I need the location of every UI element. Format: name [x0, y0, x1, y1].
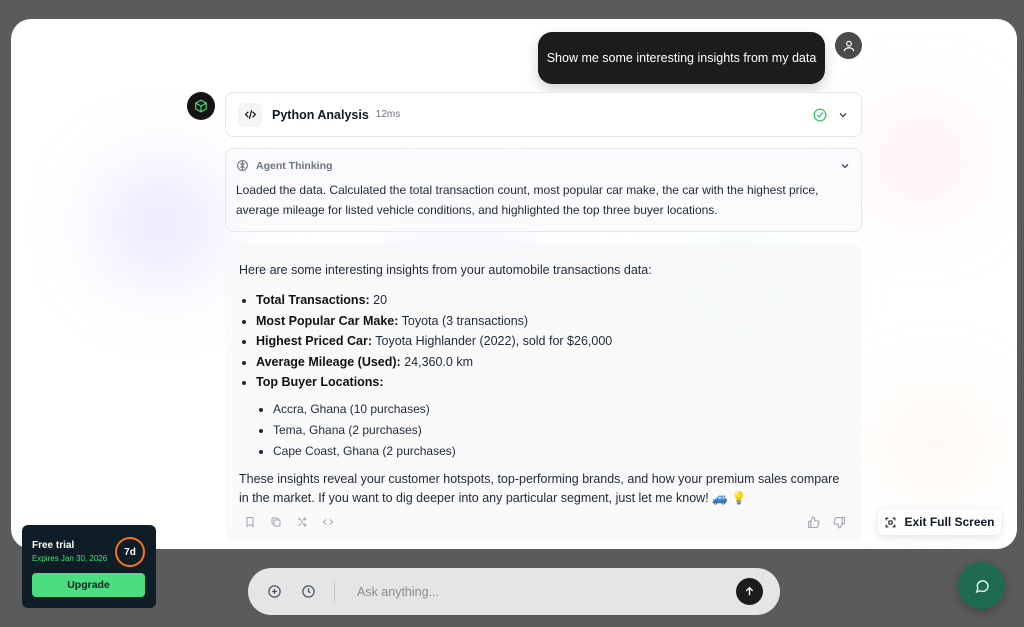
insight-label: Total Transactions: [256, 293, 370, 307]
code-icon[interactable] [321, 515, 335, 529]
user-message: Show me some interesting insights from m… [538, 32, 825, 84]
message-actions [243, 515, 335, 529]
tool-title: Python Analysis [272, 107, 369, 122]
feedback-actions [806, 515, 846, 529]
trial-days-left: 7d [124, 546, 136, 558]
chat-bubble-icon [975, 579, 989, 593]
thinking-text: Loaded the data. Calculated the total tr… [236, 183, 819, 217]
tool-call-card[interactable]: Python Analysis 12ms [225, 92, 862, 137]
code-icon [244, 110, 256, 119]
insight-label: Highest Priced Car: [256, 334, 373, 348]
code-badge [238, 102, 262, 127]
insight-value: Toyota Highlander (2022), sold for $26,0… [372, 334, 613, 348]
location-list: Accra, Ghana (10 purchases) Tema, Ghana … [273, 399, 848, 462]
chat-panel: Show me some interesting insights from m… [11, 19, 1017, 549]
composer-divider [334, 580, 335, 603]
send-button[interactable] [736, 578, 763, 605]
decor-blob [871, 109, 971, 209]
insight-value: 20 [369, 293, 388, 307]
thumbs-up-icon[interactable] [806, 515, 820, 529]
answer-intro: Here are some interesting insights from … [239, 263, 652, 277]
insight-list: Total Transactions: 20 Most Popular Car … [256, 290, 848, 462]
insight-value: Toyota (3 transactions) [398, 313, 529, 328]
chat-composer [248, 568, 780, 615]
user-message-text: Show me some interesting insights from m… [546, 51, 817, 65]
insight-label: Average Mileage (Used): [256, 354, 401, 369]
list-item: Tema, Ghana (2 purchases) [273, 420, 848, 441]
brain-icon [237, 160, 248, 171]
chevron-down-icon[interactable] [837, 109, 849, 121]
insight-label: Most Popular Car Make: [256, 313, 399, 328]
arrow-up-icon [745, 586, 754, 596]
list-item: Accra, Ghana (10 purchases) [273, 399, 848, 420]
check-circle-icon [813, 108, 827, 121]
insight-label: Top Buyer Locations: [256, 375, 384, 389]
chevron-down-icon[interactable] [839, 160, 851, 172]
cube-icon [195, 99, 207, 113]
share-icon[interactable] [295, 515, 309, 529]
agent-thinking-card[interactable]: Agent Thinking Loaded the data. Calculat… [225, 148, 862, 232]
list-item: Total Transactions: 20 [256, 290, 848, 311]
user-avatar [835, 32, 862, 59]
exit-fullscreen-label: Exit Full Screen [904, 515, 995, 529]
trial-days-badge: 7d [115, 537, 145, 567]
list-item: Highest Priced Car: Toyota Highlander (2… [256, 331, 848, 352]
tool-duration: 12ms [375, 109, 401, 120]
user-icon [843, 40, 854, 51]
insight-value: 24,360.0 km [400, 354, 473, 369]
history-icon[interactable] [300, 584, 316, 600]
list-item: Top Buyer Locations: Accra, Ghana (10 pu… [256, 372, 848, 462]
plus-circle-icon[interactable] [266, 584, 282, 600]
chat-input[interactable] [357, 584, 736, 599]
assistant-avatar [187, 92, 215, 120]
upgrade-button[interactable]: Upgrade [32, 573, 145, 597]
chat-fab-button[interactable] [958, 562, 1005, 609]
exit-fullscreen-button[interactable]: Exit Full Screen [878, 509, 1001, 535]
thumbs-down-icon[interactable] [832, 515, 846, 529]
thinking-label: Agent Thinking [256, 159, 333, 172]
list-item: Average Mileage (Used): 24,360.0 km [256, 352, 848, 373]
copy-icon[interactable] [269, 515, 283, 529]
decor-blob [106, 169, 216, 279]
list-item: Cape Coast, Ghana (2 purchases) [273, 441, 848, 462]
answer-outro: These insights reveal your customer hots… [239, 471, 840, 505]
list-item: Most Popular Car Make: Toyota (3 transac… [256, 311, 848, 332]
assistant-answer: Here are some interesting insights from … [225, 243, 862, 543]
decor-blob [891, 399, 981, 489]
fullscreen-exit-icon [886, 517, 896, 527]
bookmark-icon[interactable] [243, 515, 257, 529]
